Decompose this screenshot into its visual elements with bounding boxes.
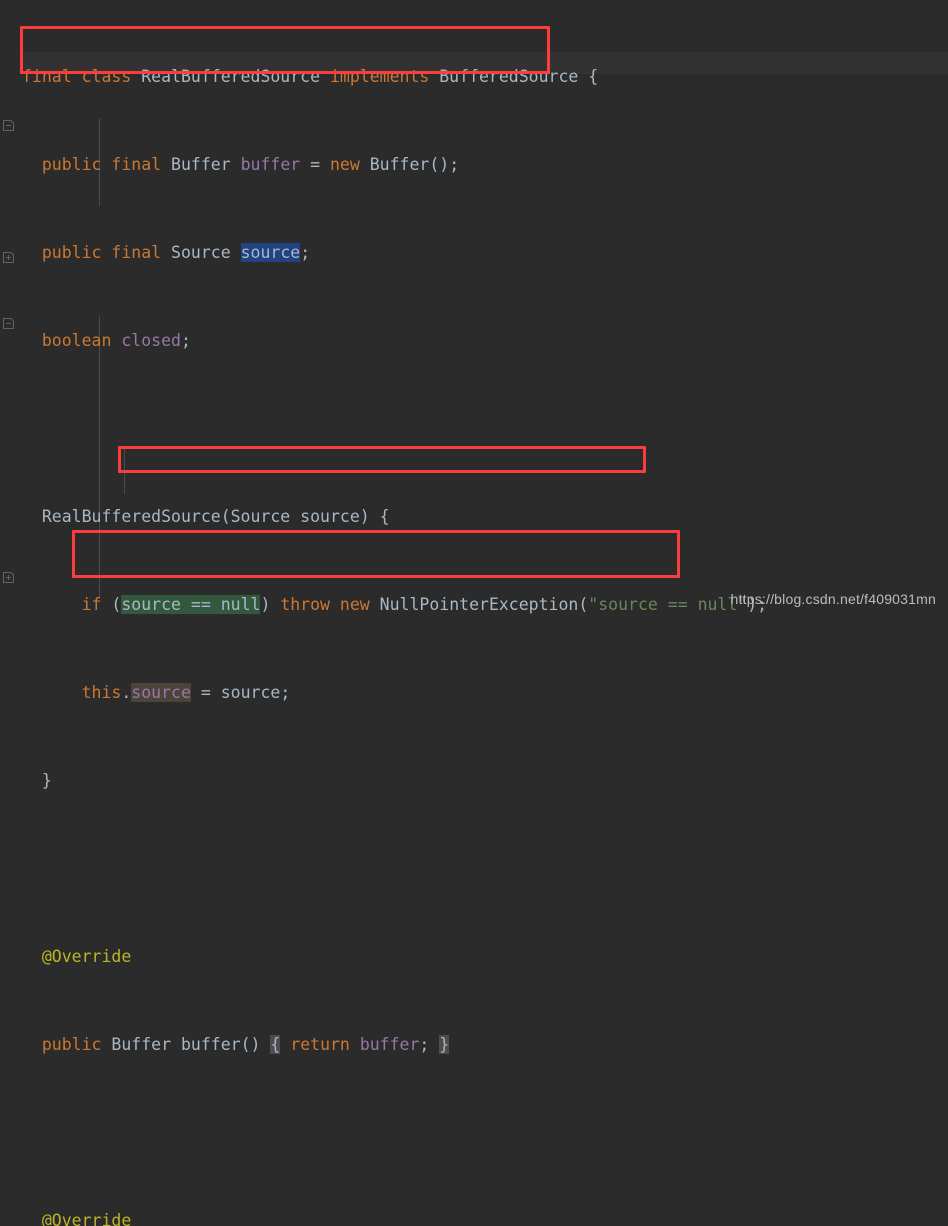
- watermark-url: https://blog.csdn.net/f409031mn: [730, 591, 936, 607]
- token-keyword: throw: [280, 595, 330, 614]
- code-line[interactable]: @Override: [0, 946, 948, 968]
- token-keyword: final: [111, 155, 162, 174]
- token-param: source: [300, 507, 360, 526]
- token-method: buffer: [180, 1035, 241, 1054]
- token-annotation: @Override: [41, 947, 132, 966]
- token-punct: .: [121, 683, 132, 702]
- token-keyword: boolean: [41, 331, 112, 350]
- token-punct: (): [240, 1035, 261, 1054]
- code-line-blank[interactable]: [0, 1122, 948, 1144]
- token-operator: =: [200, 683, 211, 702]
- token-brace: {: [588, 67, 599, 86]
- token-keyword: public: [41, 155, 102, 174]
- code-line-blank[interactable]: [0, 858, 948, 880]
- code-line[interactable]: public Buffer buffer() { return buffer; …: [0, 1034, 948, 1056]
- token-type: Buffer: [369, 155, 430, 174]
- token-param: source: [220, 683, 281, 702]
- code-line[interactable]: public final Buffer buffer = new Buffer(…: [0, 154, 948, 176]
- token-keyword: new: [339, 595, 370, 614]
- token-punct: ;: [419, 1035, 430, 1054]
- token-type: BufferedSource: [439, 67, 579, 86]
- token-punct: (: [220, 507, 231, 526]
- token-type: NullPointerException: [379, 595, 579, 614]
- token-punct: ;: [300, 243, 311, 262]
- token-keyword: class: [81, 67, 132, 86]
- token-keyword: if: [81, 595, 102, 614]
- token-type: RealBufferedSource: [141, 67, 321, 86]
- token-brace: }: [41, 771, 52, 790]
- token-punct: ) {: [359, 507, 390, 526]
- token-keyword: new: [330, 155, 360, 174]
- code-line[interactable]: public final Source source;: [0, 242, 948, 264]
- token-type: Source: [230, 507, 291, 526]
- token-type: Source: [171, 243, 231, 262]
- token-brace-match: }: [439, 1035, 450, 1054]
- token-operator: =: [310, 155, 321, 174]
- code-line[interactable]: @Override: [0, 1210, 948, 1226]
- code-line[interactable]: RealBufferedSource(Source source) {: [0, 506, 948, 528]
- token-field-write-highlight: source: [131, 683, 191, 702]
- token-punct: ): [260, 595, 271, 614]
- token-field-selected: source: [240, 243, 301, 262]
- code-line[interactable]: }: [0, 770, 948, 792]
- token-punct: ();: [429, 155, 460, 174]
- token-annotation: @Override: [41, 1211, 132, 1226]
- token-brace-match: {: [270, 1035, 281, 1054]
- token-type: RealBufferedSource: [41, 507, 221, 526]
- token-keyword: this: [81, 683, 122, 702]
- code-line[interactable]: final class RealBufferedSource implement…: [0, 66, 948, 88]
- token-punct: ;: [280, 683, 291, 702]
- token-type: Buffer: [111, 1035, 172, 1054]
- token-keyword: final: [111, 243, 162, 262]
- token-type: Buffer: [171, 155, 231, 174]
- token-keyword: implements: [329, 67, 430, 86]
- code-line[interactable]: boolean closed;: [0, 330, 948, 352]
- token-field: closed: [121, 331, 181, 350]
- token-field: buffer: [359, 1035, 420, 1054]
- code-editor[interactable]: final class RealBufferedSource implement…: [0, 0, 948, 1226]
- token-keyword: return: [290, 1035, 350, 1054]
- token-punct: (: [578, 595, 589, 614]
- token-field: buffer: [240, 155, 301, 174]
- code-line-blank[interactable]: [0, 418, 948, 440]
- code-content[interactable]: final class RealBufferedSource implement…: [0, 0, 948, 1226]
- code-line[interactable]: this.source = source;: [0, 682, 948, 704]
- token-keyword: public: [41, 1035, 102, 1054]
- token-keyword: final: [22, 67, 72, 86]
- token-keyword: public: [41, 243, 102, 262]
- token-string: "source == null": [588, 595, 748, 614]
- token-usage-highlight: source == null: [121, 595, 261, 614]
- token-punct: (: [111, 595, 122, 614]
- token-punct: ;: [180, 331, 191, 350]
